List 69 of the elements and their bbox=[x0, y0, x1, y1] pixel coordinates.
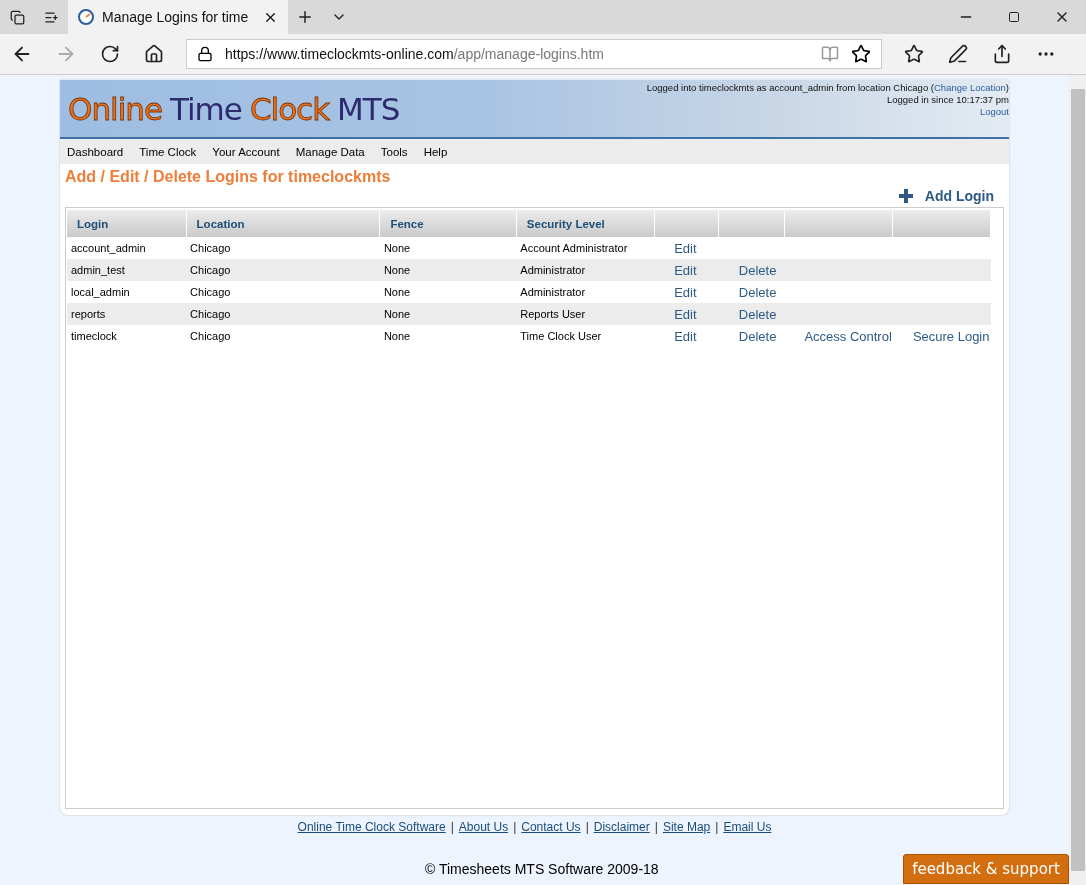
copyright: © Timesheets MTS Software 2009-18 bbox=[425, 861, 659, 877]
table-cell: Chicago bbox=[186, 259, 380, 281]
table-cell: admin_test bbox=[67, 259, 187, 281]
footer-link[interactable]: About Us bbox=[458, 820, 509, 834]
login-status: Logged into timeclockmts as account_admin from location Chicago (Change Location) bbox=[646, 82, 1009, 94]
separator: | bbox=[450, 820, 454, 834]
clock-logo-icon bbox=[78, 9, 94, 25]
table-cell: Chicago bbox=[186, 281, 380, 303]
column-header: Location bbox=[186, 210, 380, 237]
action-link[interactable]: Edit bbox=[658, 306, 697, 322]
menu-item[interactable]: Manage Data bbox=[295, 145, 365, 158]
login-time: Logged in since 10:17:37 pm bbox=[887, 94, 1009, 106]
action-link[interactable]: Delete bbox=[722, 306, 777, 322]
column-header: Security Level bbox=[516, 210, 655, 237]
address-field[interactable]: https://www.timeclockmts-online.com/app/manage-logins.htm bbox=[186, 39, 882, 69]
lock-icon bbox=[197, 46, 213, 62]
table-cell: Administrator bbox=[516, 281, 655, 303]
logout-link[interactable]: Logout bbox=[979, 106, 1009, 118]
logo-word: Clock bbox=[249, 90, 330, 127]
add-login-link[interactable]: Add Login bbox=[924, 188, 994, 204]
separator: | bbox=[654, 820, 658, 834]
footer-link[interactable]: Disclaimer bbox=[593, 820, 650, 834]
column-header: Fence bbox=[379, 210, 517, 237]
table-cell: Reports User bbox=[516, 303, 655, 325]
action-link[interactable]: Access Control bbox=[788, 328, 892, 344]
action-link[interactable]: Edit bbox=[658, 284, 697, 300]
action-link[interactable]: Edit bbox=[658, 328, 697, 344]
feedback-button[interactable]: feedback & support bbox=[903, 854, 1069, 884]
footer-link[interactable]: Site Map bbox=[662, 820, 711, 834]
footer-link[interactable]: Contact Us bbox=[521, 820, 581, 834]
table-cell: reports bbox=[67, 303, 187, 325]
footer-link[interactable]: Online Time Clock Software bbox=[297, 820, 446, 834]
add-user-icon bbox=[898, 189, 913, 203]
menu-item[interactable]: Time Clock bbox=[139, 145, 197, 158]
action-link[interactable]: Edit bbox=[658, 240, 697, 256]
logo-word: Time bbox=[170, 90, 242, 127]
table-cell: None bbox=[379, 237, 517, 259]
page-title: Add / Edit / Delete Logins for timeclockmts bbox=[65, 168, 392, 186]
logo-word: MTS bbox=[337, 90, 400, 127]
column-header: Login bbox=[67, 210, 187, 237]
table-cell: Account Administrator bbox=[516, 237, 655, 259]
footer-link[interactable]: Email Us bbox=[723, 820, 772, 834]
table-cell: Chicago bbox=[186, 237, 380, 259]
separator: | bbox=[513, 820, 517, 834]
action-link[interactable]: Delete bbox=[722, 328, 777, 344]
table-cell: None bbox=[379, 259, 517, 281]
separator: | bbox=[585, 820, 589, 834]
table-cell: local_admin bbox=[67, 281, 187, 303]
menu-item[interactable]: Dashboard bbox=[67, 145, 124, 158]
table-cell: None bbox=[379, 281, 517, 303]
table-cell: Chicago bbox=[186, 303, 380, 325]
action-link[interactable]: Edit bbox=[658, 262, 697, 278]
action-link[interactable]: Delete bbox=[722, 284, 777, 300]
separator: | bbox=[715, 820, 719, 834]
book-icon bbox=[821, 45, 839, 63]
action-link[interactable]: Secure Login bbox=[896, 328, 990, 344]
table-cell: Administrator bbox=[516, 259, 655, 281]
browser-tab[interactable]: Manage Logins for time bbox=[68, 0, 288, 34]
change-location-link[interactable]: Change Location bbox=[934, 82, 1006, 93]
menu-item[interactable]: Your Account bbox=[212, 145, 280, 158]
url-text: https://www.timeclockmts-online.com/app/manage-logins.htm bbox=[225, 46, 605, 62]
menu-item[interactable]: Tools bbox=[380, 145, 408, 158]
logo-word: Online bbox=[68, 90, 162, 127]
table-cell: None bbox=[379, 303, 517, 325]
action-link[interactable]: Delete bbox=[722, 262, 777, 278]
tab-title: Manage Logins for time bbox=[102, 9, 250, 25]
table-cell: account_admin bbox=[67, 237, 187, 259]
menu-item[interactable]: Help bbox=[423, 145, 448, 158]
star-icon bbox=[851, 44, 871, 64]
